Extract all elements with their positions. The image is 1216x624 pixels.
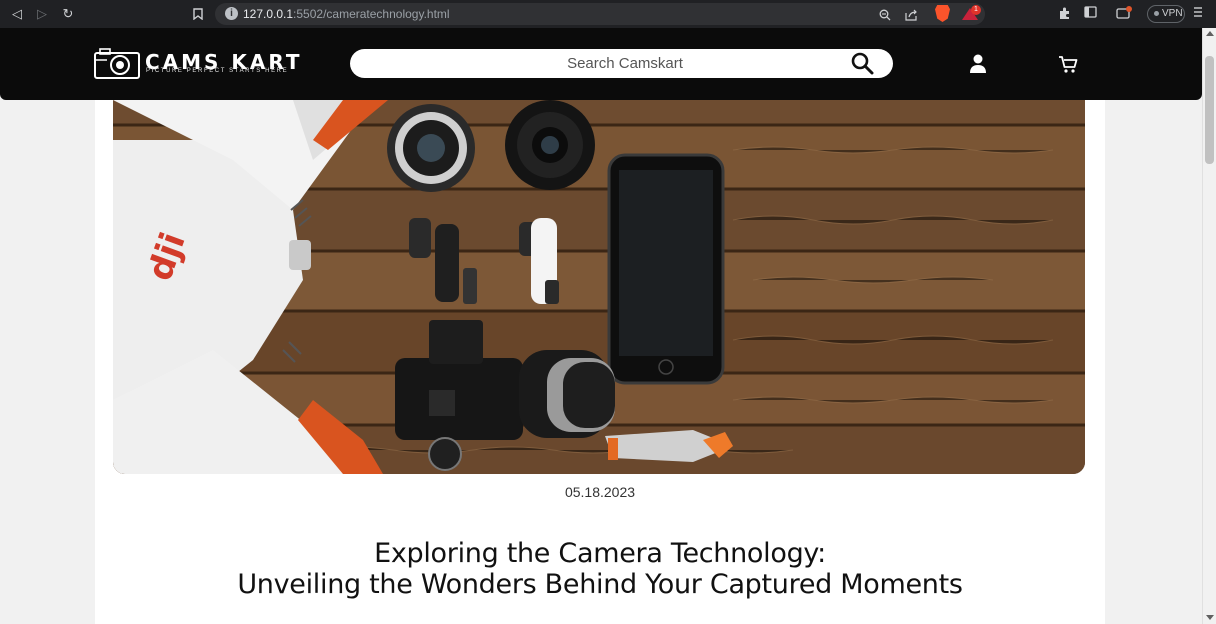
title-line-1: Exploring the Camera Technology:	[374, 538, 826, 569]
hero-image: dji	[113, 100, 1085, 474]
smartphone-image	[607, 153, 725, 385]
wallet-icon[interactable]	[1116, 6, 1132, 24]
hero-illustration: dji	[113, 100, 1085, 474]
bookmark-icon[interactable]	[189, 5, 207, 23]
camera-logo-icon[interactable]	[93, 48, 141, 80]
site-tagline: PICTURE PERFECT STARTS HERE	[146, 68, 289, 74]
scroll-thumb[interactable]	[1205, 56, 1214, 164]
vpn-status-dot	[1154, 10, 1159, 16]
page-viewport: dji CAMS KART PICTURE PERFECT STARTS HER…	[0, 28, 1202, 624]
zoom-icon[interactable]	[879, 9, 891, 25]
title-line-2: Unveiling the Wonders Behind Your Captur…	[237, 569, 963, 600]
user-icon[interactable]	[969, 54, 987, 74]
menu-icon[interactable]	[1193, 6, 1203, 22]
share-icon[interactable]	[905, 9, 918, 25]
extensions-icon[interactable]	[1058, 6, 1072, 24]
address-bar[interactable]: i 127.0.0.1:5502/cameratechnology.html	[215, 3, 985, 25]
search-input[interactable]	[350, 49, 850, 78]
page-title: Exploring the Camera Technology: Unveili…	[95, 538, 1105, 600]
site-info-icon[interactable]: i	[225, 7, 238, 20]
post-date: 05.18.2023	[564, 484, 636, 500]
vpn-button[interactable]: VPN	[1147, 5, 1185, 23]
notification-badge: 1	[971, 5, 981, 15]
page-scrollbar[interactable]	[1202, 28, 1216, 624]
sidebar-icon[interactable]	[1084, 6, 1097, 22]
browser-toolbar: ◁ ▷ ↻ i 127.0.0.1:5502/cameratechnology.…	[0, 0, 1216, 28]
search-icon[interactable]	[850, 51, 874, 75]
forward-icon[interactable]: ▷	[33, 5, 51, 23]
search-box	[350, 49, 893, 78]
cart-icon[interactable]	[1058, 54, 1078, 74]
lens-image	[387, 104, 475, 192]
site-header: CAMS KART PICTURE PERFECT STARTS HERE	[0, 28, 1202, 100]
lens-image	[505, 100, 595, 190]
scroll-down-arrow-icon[interactable]	[1206, 615, 1214, 620]
scroll-up-arrow-icon[interactable]	[1206, 31, 1214, 36]
back-icon[interactable]: ◁	[8, 5, 26, 23]
url-text[interactable]: 127.0.0.1:5502/cameratechnology.html	[243, 7, 450, 21]
reload-icon[interactable]: ↻	[59, 5, 77, 23]
